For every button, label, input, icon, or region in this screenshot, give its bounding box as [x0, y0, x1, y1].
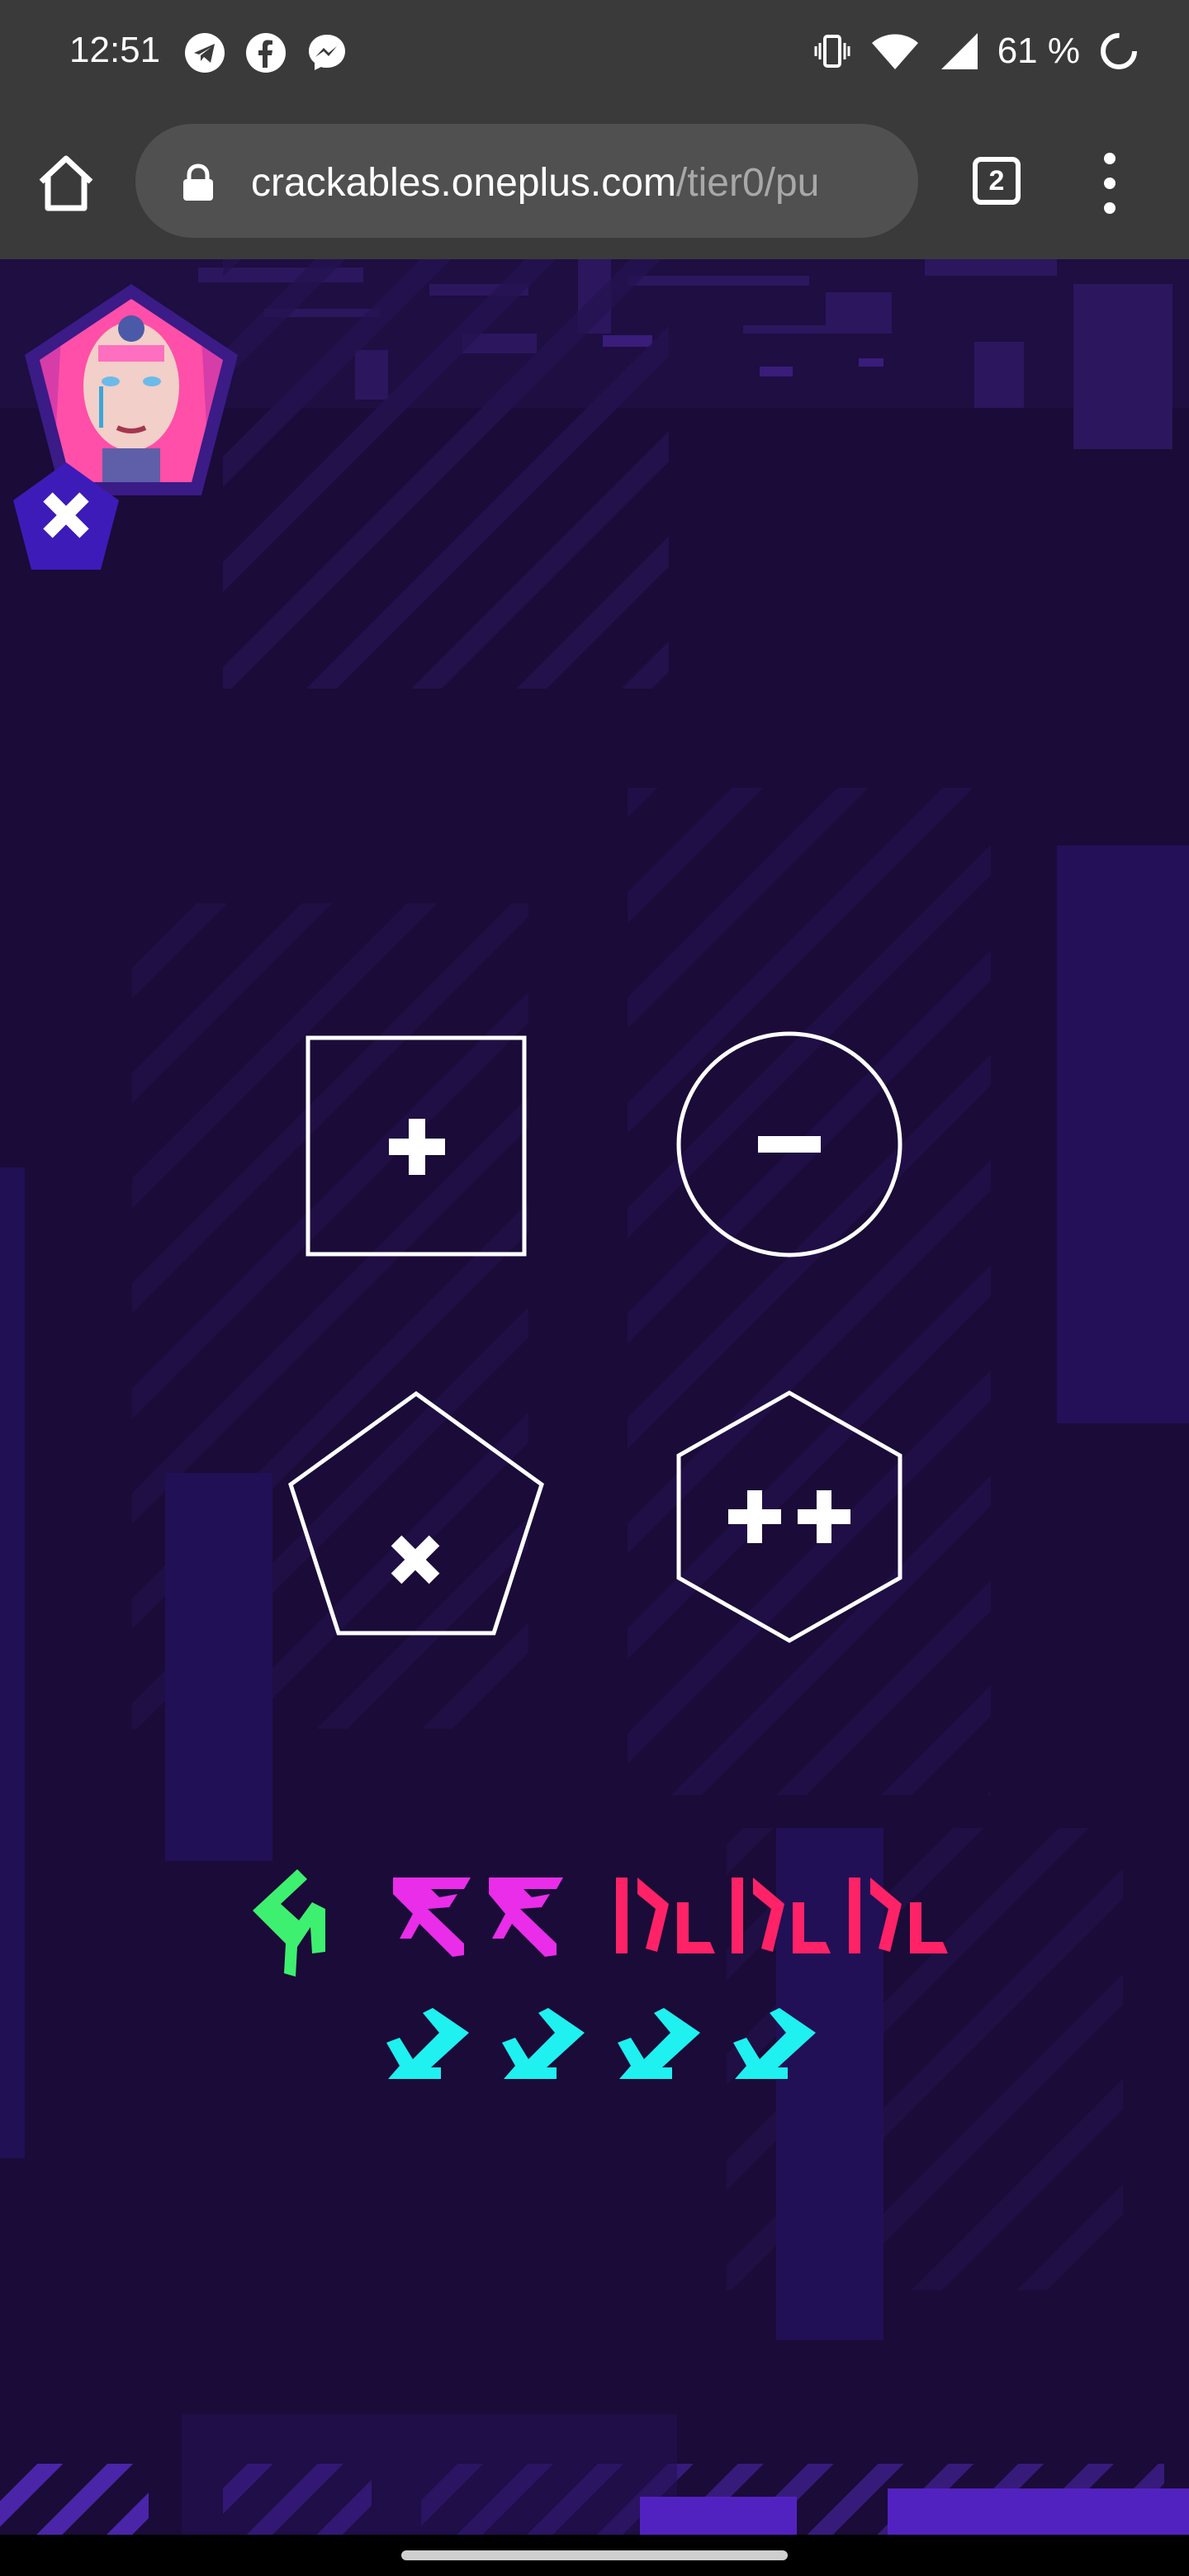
gesture-handle[interactable] — [401, 2550, 788, 2560]
double-plus-icon — [676, 1390, 902, 1643]
url-path: /tier0/pu — [675, 161, 820, 205]
close-button[interactable] — [8, 457, 124, 581]
status-bar: 12:51 61 % — [0, 0, 1189, 104]
magenta-glyph — [393, 1878, 563, 1957]
circle-minus-button[interactable] — [675, 1030, 903, 1258]
status-system-icons: 61 % — [812, 25, 1139, 78]
hexagon-double-plus-button[interactable] — [675, 1390, 903, 1643]
vibrate-icon — [814, 35, 850, 68]
status-time: 12:51 — [69, 30, 161, 70]
plus-icon — [306, 1035, 527, 1257]
battery-percent: 61 % — [997, 31, 1080, 71]
status-notification-icons — [183, 31, 348, 74]
pentagon-multiply-button[interactable] — [286, 1389, 547, 1636]
facebook-icon — [246, 33, 286, 73]
messenger-icon — [309, 35, 345, 70]
background-pattern — [0, 259, 1189, 2535]
tab-switcher-button[interactable]: 2 — [973, 157, 1021, 205]
crimson-glyph — [616, 1878, 948, 1953]
minus-icon — [676, 1031, 902, 1257]
battery-loading-icon — [1101, 33, 1137, 69]
home-icon[interactable] — [35, 152, 97, 215]
square-plus-button[interactable] — [306, 1035, 528, 1258]
browser-toolbar: crackables.oneplus.com/tier0/pu 2 — [0, 104, 1189, 259]
green-glyph — [253, 1869, 325, 1977]
system-nav-bar — [0, 2535, 1189, 2576]
url-text: crackables.oneplus.com/tier0/pu — [251, 160, 895, 206]
game-area — [0, 259, 1189, 2535]
signal-icon — [940, 33, 978, 69]
glyph-row-2 — [386, 2008, 816, 2079]
url-field[interactable]: crackables.oneplus.com/tier0/pu — [135, 124, 918, 238]
multiply-icon — [288, 1390, 544, 1636]
glyph-row-1 — [253, 1869, 948, 1977]
telegram-icon — [185, 33, 225, 73]
wifi-icon — [871, 34, 918, 69]
lock-icon — [183, 163, 213, 201]
cyan-glyph — [386, 2008, 816, 2079]
more-menu-icon[interactable] — [1098, 150, 1121, 216]
url-domain: crackables.oneplus.com — [251, 161, 676, 205]
